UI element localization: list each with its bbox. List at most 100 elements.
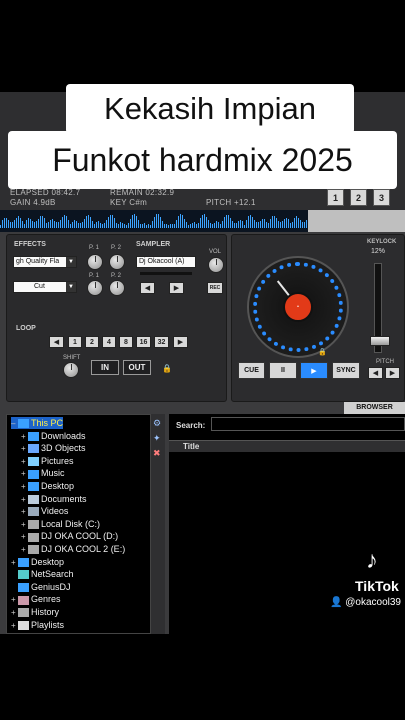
pitch-down-button[interactable]: ◀ (368, 367, 383, 379)
waveform-bar (300, 220, 301, 228)
loop-size-1[interactable]: 1 (68, 336, 82, 348)
track-waveform[interactable] (0, 210, 405, 232)
waveform-bar (52, 219, 53, 228)
waveform-bar (154, 217, 155, 228)
folder-filter-icon[interactable]: ✦ (153, 433, 164, 444)
loop-out-button[interactable]: OUT (123, 360, 151, 375)
waveform-bar (86, 215, 87, 228)
waveform-bar (168, 224, 169, 228)
tree-item[interactable]: NetSearch (11, 568, 74, 580)
waveform-bar (218, 221, 219, 228)
sampler-select[interactable]: Dj Okacool (A) (136, 256, 196, 268)
expand-toggle-icon[interactable]: + (21, 544, 28, 556)
sync-button[interactable]: SYNC (332, 362, 360, 379)
expand-toggle-icon[interactable]: – (11, 418, 18, 430)
effect-knob-p2[interactable] (109, 254, 125, 270)
loop-size-32[interactable]: 32 (154, 336, 169, 348)
play-button[interactable]: ▶ (300, 362, 328, 379)
tree-item[interactable]: + Playlists (11, 619, 64, 631)
effect-select-2[interactable]: Cut ▼ (13, 281, 77, 293)
overlay-title-line-1: Kekasih Impian (66, 84, 354, 134)
waveform-bar (4, 217, 5, 228)
waveform-bar (100, 222, 101, 228)
tree-item[interactable]: + Pictures (21, 455, 74, 467)
loop-size-8[interactable]: 8 (119, 336, 133, 348)
loop-size-4[interactable]: 4 (102, 336, 116, 348)
pitch-slider-handle[interactable] (370, 336, 390, 346)
loop-size-16[interactable]: 16 (136, 336, 151, 348)
expand-toggle-icon[interactable]: + (21, 519, 28, 531)
lock-icon[interactable]: 🔒 (318, 348, 327, 356)
waveform-bar (202, 215, 203, 228)
sampler-prev-button[interactable]: ◀ (140, 282, 155, 294)
tree-item-label: This PC (31, 418, 64, 428)
effect-knob-p1-2[interactable] (87, 280, 103, 296)
expand-toggle-icon[interactable]: + (21, 456, 28, 468)
sampler-next-button[interactable]: ▶ (169, 282, 184, 294)
music-icon (28, 469, 39, 479)
expand-toggle-icon[interactable]: + (21, 431, 28, 443)
tree-item[interactable]: + Genres (11, 593, 61, 605)
waveform-bar (172, 223, 173, 228)
waveform-bar (30, 219, 31, 228)
loop-prev-button[interactable]: ◀ (49, 336, 64, 348)
waveform-bar (80, 223, 81, 228)
search-input[interactable] (211, 417, 405, 431)
tree-item[interactable]: + Documents (21, 493, 87, 505)
expand-toggle-icon[interactable]: + (21, 468, 28, 480)
waveform-bar (220, 224, 221, 228)
waveform-bar (166, 224, 167, 228)
tree-item[interactable]: – This PC (11, 417, 64, 430)
expand-toggle-icon[interactable]: + (21, 531, 28, 543)
waveform-bar (108, 216, 109, 228)
deck-button-2[interactable]: 2 (350, 189, 367, 206)
loop-shift-knob[interactable] (63, 362, 79, 378)
title-column-label: Title (183, 442, 200, 451)
jog-wheel[interactable]: • (247, 256, 349, 358)
deck-button-3[interactable]: 3 (373, 189, 390, 206)
loop-next-button[interactable]: ▶ (173, 336, 188, 348)
tree-item[interactable]: + Music (21, 467, 65, 479)
folder-tree[interactable]: – This PC + Downloads +3D Objects + Pictures + M… (6, 414, 151, 634)
browser-tab[interactable]: BROWSER (344, 402, 405, 414)
tree-item[interactable]: + Local Disk (C:) (21, 518, 100, 530)
expand-toggle-icon[interactable]: + (21, 443, 28, 455)
expand-toggle-icon[interactable]: + (11, 607, 18, 619)
effect-select-1[interactable]: gh Quality Fla ▼ (13, 256, 77, 268)
tree-item[interactable]: + History (11, 606, 59, 618)
title-column-header[interactable]: Title (169, 440, 405, 452)
expand-toggle-icon[interactable]: + (21, 494, 28, 506)
expand-toggle-icon[interactable]: + (11, 594, 18, 606)
effect-knob-p1[interactable] (87, 254, 103, 270)
sampler-volume-knob[interactable] (208, 257, 224, 273)
tree-item-label: Pictures (41, 455, 74, 466)
cue-button[interactable]: CUE (238, 362, 265, 379)
tree-item[interactable]: + Downloads (21, 430, 86, 442)
expand-toggle-icon[interactable]: + (11, 557, 18, 569)
effect-knob-p2-2[interactable] (109, 280, 125, 296)
tree-item[interactable]: + Desktop (21, 480, 74, 492)
waveform-bar (298, 217, 299, 228)
expand-toggle-icon[interactable]: + (21, 481, 28, 493)
tree-item[interactable]: + Videos (21, 505, 68, 517)
waveform-bar (288, 219, 289, 228)
tree-item[interactable]: GeniusDJ (11, 581, 71, 593)
loop-label: LOOP (16, 325, 36, 332)
deck-button-1[interactable]: 1 (327, 189, 344, 206)
remain-time: REMAIN 02:32.9 (110, 188, 175, 197)
sampler-rec-button[interactable]: REC (207, 282, 223, 294)
tiktok-username: 👤 @okacool39 (330, 597, 401, 608)
lock-icon[interactable]: 🔒 (162, 364, 172, 373)
loop-in-button[interactable]: IN (91, 360, 119, 375)
tree-item[interactable]: + DJ OKA COOL 2 (E:) (21, 543, 125, 555)
tree-item[interactable]: + DJ OKA COOL (D:) (21, 530, 118, 542)
expand-toggle-icon[interactable]: + (11, 620, 18, 632)
pitch-up-button[interactable]: ▶ (385, 367, 400, 379)
folder-add-icon[interactable]: ⚙ (153, 418, 164, 429)
tree-item[interactable]: +3D Objects (21, 442, 86, 454)
pause-button[interactable]: II (269, 362, 297, 379)
expand-toggle-icon[interactable]: + (21, 506, 28, 518)
loop-size-2[interactable]: 2 (85, 336, 99, 348)
tree-item[interactable]: + Desktop (11, 556, 64, 568)
folder-remove-icon[interactable]: ✖ (153, 448, 164, 459)
